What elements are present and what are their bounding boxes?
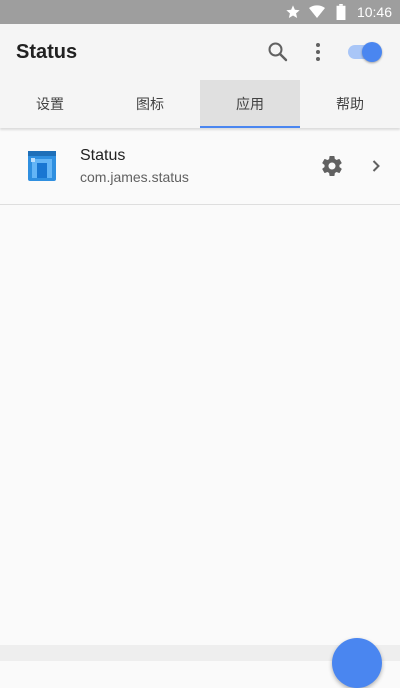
gear-icon bbox=[322, 156, 342, 177]
more-options-button[interactable] bbox=[298, 32, 338, 72]
battery-icon bbox=[333, 4, 349, 20]
tab-label: 设置 bbox=[36, 97, 64, 113]
tab-help[interactable]: 帮助 bbox=[300, 80, 400, 128]
page-title: Status bbox=[16, 40, 78, 63]
search-icon bbox=[268, 42, 288, 62]
tab-label: 帮助 bbox=[336, 97, 364, 113]
wifi-icon bbox=[308, 4, 325, 20]
toggle-thumb bbox=[362, 42, 382, 62]
floating-action-button[interactable] bbox=[332, 638, 382, 688]
app-text: Status com.james.status bbox=[80, 147, 312, 185]
search-button[interactable] bbox=[258, 32, 298, 72]
tab-settings[interactable]: 设置 bbox=[0, 80, 100, 128]
tab-icons[interactable]: 图标 bbox=[100, 80, 200, 128]
tab-label: 应用 bbox=[236, 97, 264, 113]
tab-apps[interactable]: 应用 bbox=[200, 80, 300, 128]
list-item[interactable]: Status com.james.status bbox=[0, 128, 400, 205]
app-bar: Status bbox=[0, 24, 400, 80]
status-app-icon bbox=[28, 151, 56, 181]
app-open-button[interactable] bbox=[356, 146, 396, 186]
tab-label: 图标 bbox=[136, 97, 164, 113]
chevron-right-icon bbox=[372, 160, 380, 172]
status-bar: 10:46 bbox=[0, 0, 400, 24]
app-package: com.james.status bbox=[80, 169, 189, 185]
service-toggle[interactable] bbox=[342, 32, 390, 72]
more-vert-icon bbox=[316, 43, 320, 61]
tab-bar: 设置 图标 应用 帮助 bbox=[0, 80, 400, 128]
app-settings-button[interactable] bbox=[312, 146, 352, 186]
clock: 10:46 bbox=[356, 4, 392, 20]
star-icon bbox=[285, 4, 301, 20]
app-name: Status bbox=[80, 147, 126, 164]
